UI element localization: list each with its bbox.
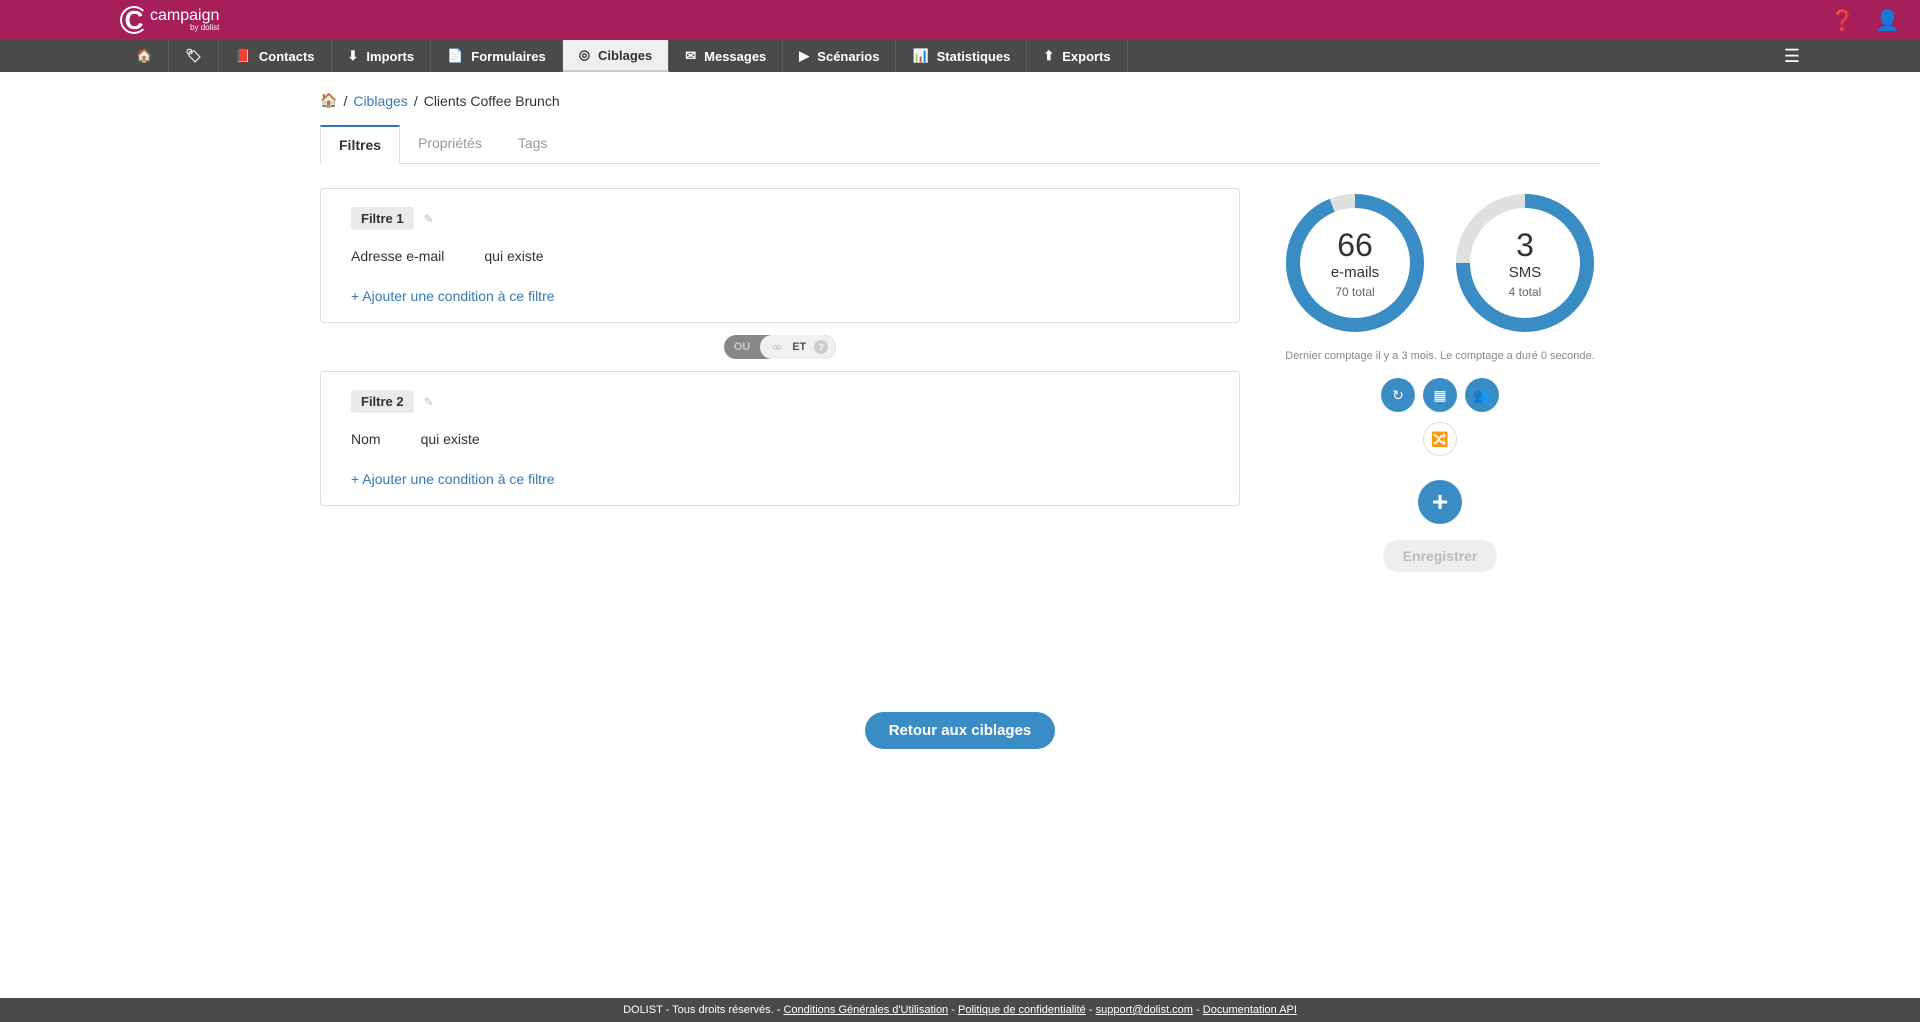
nav-label: Statistiques xyxy=(937,49,1011,64)
breadcrumb-current: Clients Coffee Brunch xyxy=(424,93,560,109)
tabs: Filtres Propriétés Tags xyxy=(320,125,1600,164)
add-condition-link[interactable]: + Ajouter une condition à ce filtre xyxy=(351,455,1209,487)
logic-toggle-pill[interactable]: OU ET ? xyxy=(724,335,837,359)
add-condition-link[interactable]: + Ajouter une condition à ce filtre xyxy=(351,272,1209,304)
nav-menu-icon[interactable]: ☰ xyxy=(1784,40,1800,72)
nav-tags[interactable]: 🏷 xyxy=(169,40,219,72)
donut-emails-label: e-mails xyxy=(1331,264,1379,281)
footer: DOLIST - Tous droits réservés. - Conditi… xyxy=(0,998,1920,1022)
logo-text-sub: by dolist xyxy=(150,24,219,32)
donut-emails-count: 66 xyxy=(1337,227,1373,264)
nav-label: Formulaires xyxy=(471,49,545,64)
nav-exports[interactable]: ⬆ Exports xyxy=(1027,40,1127,72)
target-icon: ◎ xyxy=(579,47,590,63)
plus-icon: + xyxy=(1432,486,1448,518)
nav-label: Contacts xyxy=(259,49,315,64)
save-button[interactable]: Enregistrer xyxy=(1383,540,1498,572)
logo-text-main: campaign xyxy=(150,8,219,24)
donut-emails: 66 e-mails 70 total xyxy=(1280,188,1430,338)
donut-emails-total: 70 total xyxy=(1335,285,1374,299)
filter-box-1: Filtre 1 ✎ Adresse e-mail qui existe + A… xyxy=(320,188,1240,323)
logo[interactable]: C campaign by dolist xyxy=(120,6,219,34)
donut-sms-label: SMS xyxy=(1509,264,1542,281)
footer-privacy-link[interactable]: Politique de confidentialité xyxy=(958,1004,1086,1016)
upload-icon: ⬆ xyxy=(1043,48,1054,64)
users-button[interactable]: 👥 xyxy=(1465,378,1499,412)
home-icon: 🏠 xyxy=(136,48,152,64)
logic-toggle: OU ET ? xyxy=(320,335,1240,359)
nav-label: Scénarios xyxy=(817,49,879,64)
breadcrumb-link[interactable]: Ciblages xyxy=(353,93,407,109)
toggle-knob-icon xyxy=(764,339,788,355)
donut-sms: 3 SMS 4 total xyxy=(1450,188,1600,338)
donut-sms-count: 3 xyxy=(1516,227,1534,264)
tab-proprietes[interactable]: Propriétés xyxy=(400,125,500,163)
navbar: 🏠 🏷 📕 Contacts ⬇ Imports 📄 Formulaires ◎ Cib… xyxy=(0,40,1920,72)
filter-title: Filtre 2 xyxy=(351,390,414,413)
nav-label: Ciblages xyxy=(598,48,652,63)
nav-messages[interactable]: ✉ Messages xyxy=(669,40,783,72)
refresh-button[interactable]: ↻ xyxy=(1381,378,1415,412)
back-button[interactable]: Retour aux ciblages xyxy=(865,712,1056,749)
form-icon: 📄 xyxy=(447,48,463,64)
footer-prefix: DOLIST - Tous droits réservés. - xyxy=(623,1004,783,1016)
logic-ou: OU xyxy=(724,341,761,353)
shuffle-icon: 🔀 xyxy=(1431,431,1448,448)
add-filter-button[interactable]: + xyxy=(1418,480,1462,524)
help-icon[interactable]: ❓ xyxy=(1830,8,1855,33)
logic-et: ET xyxy=(792,341,806,353)
nav-ciblages[interactable]: ◎ Ciblages xyxy=(563,40,670,72)
play-icon: ▶ xyxy=(799,48,809,64)
filter-op: qui existe xyxy=(421,431,480,447)
mail-icon: ✉ xyxy=(685,48,696,64)
calculator-button[interactable]: ▦ xyxy=(1423,378,1457,412)
download-icon: ⬇ xyxy=(348,48,359,64)
nav-scenarios[interactable]: ▶ Scénarios xyxy=(783,40,896,72)
footer-cgu-link[interactable]: Conditions Générales d'Utilisation xyxy=(783,1004,948,1016)
tab-tags[interactable]: Tags xyxy=(500,125,566,163)
nav-imports[interactable]: ⬇ Imports xyxy=(332,40,432,72)
filter-box-2: Filtre 2 ✎ Nom qui existe + Ajouter une … xyxy=(320,371,1240,506)
nav-contacts[interactable]: 📕 Contacts xyxy=(219,40,332,72)
help-badge-icon[interactable]: ? xyxy=(814,340,828,354)
chart-icon: 📊 xyxy=(912,48,928,64)
nav-home[interactable]: 🏠 xyxy=(120,40,169,72)
donut-sms-total: 4 total xyxy=(1509,285,1542,299)
filter-title: Filtre 1 xyxy=(351,207,414,230)
users-icon: 👥 xyxy=(1473,387,1490,404)
nav-label: Messages xyxy=(704,49,766,64)
breadcrumb-home-icon[interactable]: 🏠 xyxy=(320,92,337,109)
book-icon: 📕 xyxy=(235,48,251,64)
tab-filtres[interactable]: Filtres xyxy=(320,125,400,164)
shuffle-button[interactable]: 🔀 xyxy=(1423,422,1457,456)
breadcrumb: 🏠 / Ciblages / Clients Coffee Brunch xyxy=(320,84,1600,125)
logo-icon: C xyxy=(120,6,148,34)
topbar: C campaign by dolist ❓ 👤 xyxy=(0,0,1920,40)
nav-label: Exports xyxy=(1062,49,1110,64)
calculator-icon: ▦ xyxy=(1433,387,1446,404)
filter-op: qui existe xyxy=(484,248,543,264)
nav-label: Imports xyxy=(366,49,414,64)
tag-icon: 🏷 xyxy=(185,48,202,64)
filter-field: Adresse e-mail xyxy=(351,248,444,264)
count-info: Dernier comptage il y a 3 mois. Le compt… xyxy=(1280,350,1600,362)
edit-icon[interactable]: ✎ xyxy=(424,212,434,226)
footer-doc-link[interactable]: Documentation API xyxy=(1203,1004,1297,1016)
user-icon[interactable]: 👤 xyxy=(1875,8,1900,33)
filter-condition: Adresse e-mail qui existe xyxy=(351,230,1209,272)
edit-icon[interactable]: ✎ xyxy=(424,395,434,409)
nav-formulaires[interactable]: 📄 Formulaires xyxy=(431,40,563,72)
filter-condition: Nom qui existe xyxy=(351,413,1209,455)
nav-statistiques[interactable]: 📊 Statistiques xyxy=(896,40,1027,72)
filter-field: Nom xyxy=(351,431,381,447)
refresh-icon: ↻ xyxy=(1392,387,1404,404)
footer-support-link[interactable]: support@dolist.com xyxy=(1096,1004,1193,1016)
